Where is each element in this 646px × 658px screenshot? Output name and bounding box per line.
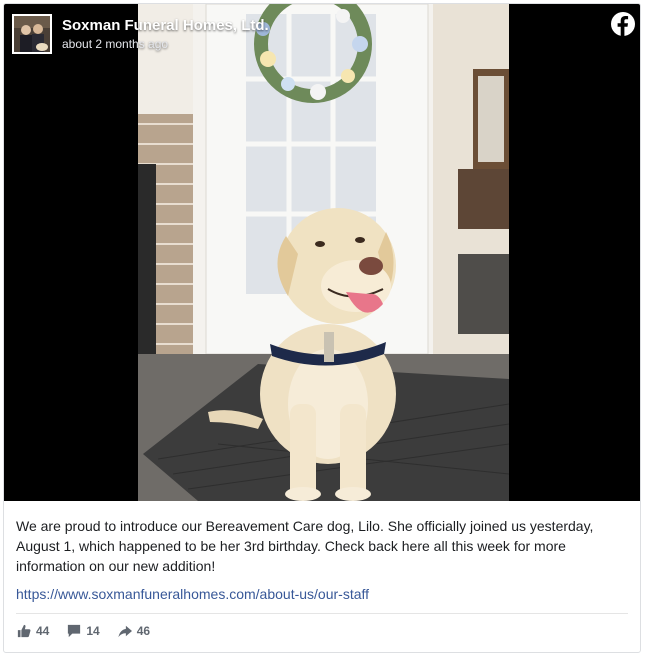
divider <box>16 613 628 614</box>
facebook-icon[interactable] <box>611 12 635 36</box>
post-link[interactable]: https://www.soxmanfuneralhomes.com/about… <box>16 586 628 602</box>
header-text: Soxman Funeral Homes, Ltd. about 2 month… <box>62 17 269 51</box>
share-action[interactable]: 46 <box>118 624 150 638</box>
page-avatar[interactable] <box>12 14 52 54</box>
post-timestamp[interactable]: about 2 months ago <box>62 37 269 51</box>
dog-photo-illustration <box>138 4 509 501</box>
post-photo[interactable] <box>138 4 509 501</box>
post-body: We are proud to introduce our Bereavemen… <box>16 516 628 602</box>
post-message: We are proud to introduce our Bereavemen… <box>16 518 594 574</box>
post-media[interactable]: Soxman Funeral Homes, Ltd. about 2 month… <box>4 4 640 501</box>
avatar-image <box>14 16 50 52</box>
comment-action[interactable]: 14 <box>67 624 100 638</box>
like-action[interactable]: 44 <box>17 624 49 638</box>
post-header: Soxman Funeral Homes, Ltd. about 2 month… <box>12 12 269 56</box>
embedded-post-card: Soxman Funeral Homes, Ltd. about 2 month… <box>3 3 641 653</box>
page-name[interactable]: Soxman Funeral Homes, Ltd. <box>62 17 269 34</box>
share-count: 46 <box>136 624 151 638</box>
comment-count: 14 <box>86 624 100 638</box>
like-count: 44 <box>36 624 50 638</box>
post-actions: 44 14 46 <box>17 624 168 638</box>
comment-icon <box>68 624 81 638</box>
share-arrow-icon <box>118 625 132 638</box>
thumbs-up-icon <box>17 624 31 638</box>
